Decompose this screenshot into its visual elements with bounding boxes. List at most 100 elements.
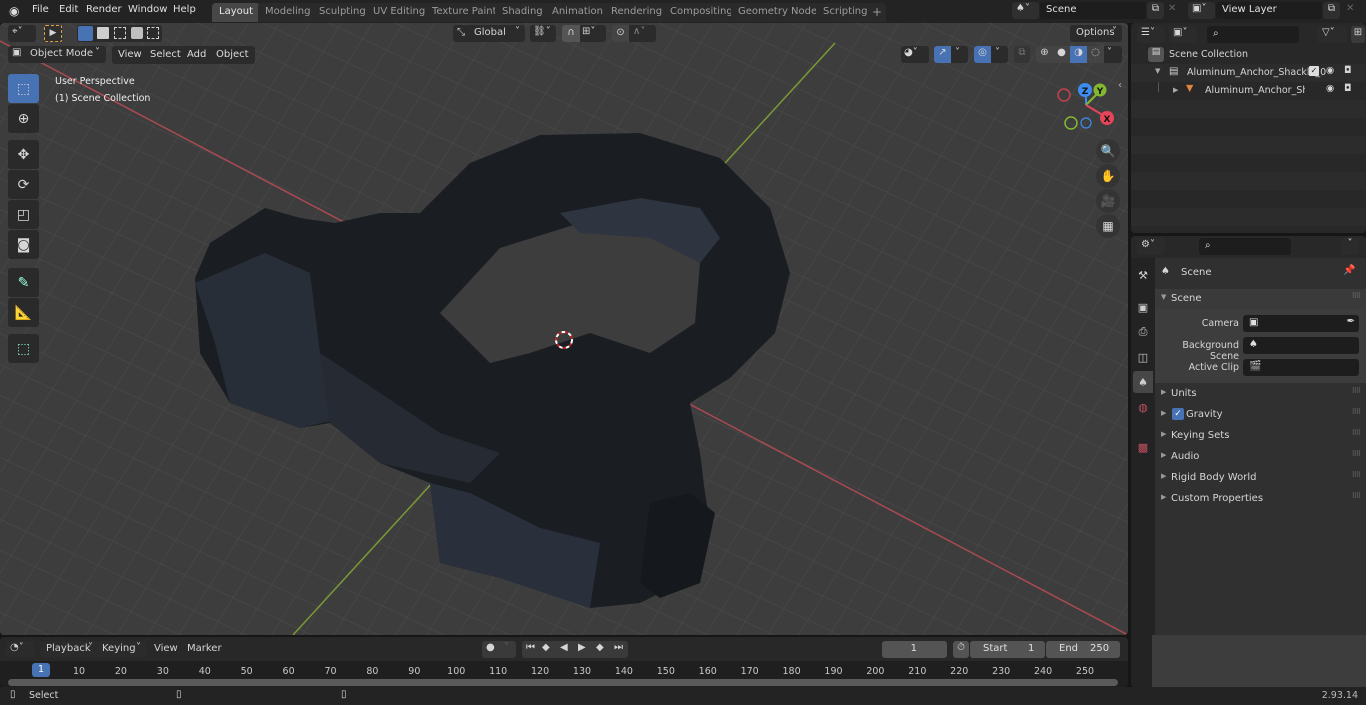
menu-add[interactable]: Add [181,46,213,64]
pivot-point-dropdown[interactable]: ⛓˅ [530,25,556,42]
play-icon[interactable]: ▶ [578,642,586,653]
view-layer-name-field[interactable]: View Layer [1216,2,1322,19]
timeline-scrollbar[interactable] [8,679,1118,686]
properties-editor-type-button[interactable]: ⚙˅ [1137,238,1165,255]
options-dropdown[interactable]: Options ˅ [1070,25,1122,42]
tab-texture[interactable]: ▩ [1133,436,1153,458]
outliner-search-input[interactable]: ⌕ [1207,26,1299,43]
expand-arrow-icon[interactable]: ▶ [1173,86,1178,94]
start-frame-field[interactable]: Start 1 [970,641,1045,658]
tab-layout[interactable]: Layout [212,3,260,22]
select-invert-icon[interactable] [131,27,143,39]
add-cube-tool[interactable]: ⬚ [8,334,39,363]
transform-tool[interactable]: ◙ [8,230,39,259]
menu-window[interactable]: Window [128,4,167,15]
outliner-editor-type-button[interactable]: ☰˅ [1137,26,1165,43]
tab-uv-editing[interactable]: UV Editing [366,3,433,22]
delete-scene-icon[interactable]: ✕ [1168,3,1176,14]
annotate-tool[interactable]: ✎ [8,268,39,297]
tab-texture-paint[interactable]: Texture Paint [425,3,504,22]
display-mode-button[interactable]: ▣˅ [1169,26,1197,43]
auto-keying-toggle[interactable]: ● ˅ [482,641,516,658]
move-tool[interactable]: ✥ [8,140,39,169]
chevron-down-icon[interactable]: ˅ [955,47,960,58]
camera-view-button[interactable]: 🎥 [1096,189,1120,213]
keying-menu[interactable]: Keying [102,643,136,654]
preview-range-icon[interactable]: ⏱ [953,641,969,658]
tab-modeling[interactable]: Modeling [258,3,318,22]
drag-handle-icon[interactable]: ⠿⠿ [1352,408,1361,416]
panel-units[interactable]: ▶ Units ⠿⠿ [1155,384,1366,404]
falloff-curve-icon[interactable]: ∧˅ [633,26,645,37]
new-collection-icon[interactable]: ⊞ [1351,26,1365,43]
editor-type-button[interactable]: ⌖˅ [8,25,36,42]
drag-handle-icon[interactable]: ⠿⠿ [1352,292,1361,300]
menu-help[interactable]: Help [173,4,196,15]
view-layer-selector-button[interactable]: ▣˅ [1188,2,1215,19]
tab-geometry-nodes[interactable]: Geometry Nodes [731,3,830,22]
tab-render[interactable]: ▣ [1133,296,1153,318]
playhead[interactable]: 1 [32,663,50,677]
delete-view-layer-icon[interactable]: ✕ [1346,3,1354,14]
tab-rendering[interactable]: Rendering [604,3,670,22]
tab-tool[interactable]: ⚒ [1133,264,1153,286]
panel-audio[interactable]: ▶ Audio ⠿⠿ [1155,447,1366,467]
camera-render-icon[interactable]: ◘ [1344,65,1352,76]
drag-handle-icon[interactable]: ⠿⠿ [1352,471,1361,479]
select-intersect-icon[interactable] [147,27,159,39]
mode-dropdown[interactable]: ▣ Object Mode ˅ [8,46,106,63]
marker-menu[interactable]: Marker [187,643,222,654]
rotate-tool[interactable]: ⟳ [8,170,39,199]
solid-shading-icon[interactable]: ● [1053,46,1070,63]
tab-world[interactable]: ◍ [1133,396,1153,418]
play-reverse-icon[interactable]: ◀ [560,642,568,653]
material-preview-shading-icon[interactable]: ◑ [1070,46,1087,63]
tab-output[interactable]: ⎙ [1133,321,1153,343]
tweak-tool-icon[interactable]: ▶ [44,25,62,42]
menu-object[interactable]: Object [210,46,255,64]
panel-scene-header[interactable]: ▼ Scene ⠿⠿ [1155,289,1366,309]
prev-keyframe-icon[interactable]: ◆ [542,642,550,653]
select-new-icon[interactable] [78,26,93,41]
chevron-down-icon[interactable]: ˅ [1107,47,1112,58]
proportional-edit-icon[interactable]: ⊙ [612,25,629,42]
background-scene-field[interactable]: ♠ [1243,337,1359,354]
tab-animation[interactable]: Animation [545,3,610,22]
perspective-toggle-button[interactable]: ▦ [1096,214,1120,238]
current-frame-field[interactable]: 1 [882,641,947,658]
tab-view-layer[interactable]: ◫ [1133,346,1153,368]
menu-view[interactable]: View [112,46,148,64]
gizmo-toggle-icon[interactable]: ↗ [934,46,951,63]
drag-handle-icon[interactable]: ⠿⠿ [1352,492,1361,500]
expand-arrow-icon[interactable]: ▼ [1155,67,1160,75]
panel-gravity[interactable]: ▶ ✓ Gravity ⠿⠿ [1155,405,1366,425]
outliner-row-scene-collection[interactable]: ▤ Scene Collection [1131,46,1366,64]
tab-scene[interactable]: ♠ [1133,371,1153,393]
select-subtract-icon[interactable] [114,27,126,39]
select-box-tool[interactable]: ⬚ [8,74,39,103]
timeline-editor-type-button[interactable]: ◔˅ [6,641,34,658]
tab-shading[interactable]: Shading [495,3,550,22]
camera-field[interactable]: ▣ ✒ [1243,315,1359,332]
chevron-down-icon[interactable]: ˅ [995,47,1000,58]
scene-name-field[interactable]: Scene [1040,2,1146,19]
panel-rigid-body-world[interactable]: ▶ Rigid Body World ⠿⠿ [1155,468,1366,488]
pin-icon[interactable]: 📌 [1343,265,1355,276]
outliner-row-mesh[interactable]: | ▶ ▼ Aluminum_Anchor_Shack ◉ ◘ [1131,82,1366,100]
select-extend-icon[interactable] [97,27,109,39]
scale-tool[interactable]: ◰ [8,200,39,229]
drag-handle-icon[interactable]: ⠿⠿ [1352,387,1361,395]
outliner-row-collection[interactable]: ▼ ▤ Aluminum_Anchor_Shackle_0 ✓ ◉ ◘ [1131,64,1366,82]
tab-sculpting[interactable]: Sculpting [312,3,373,22]
cursor-tool[interactable]: ⊕ [8,104,39,133]
rendered-shading-icon[interactable]: ◌ [1087,46,1104,63]
camera-render-icon[interactable]: ◘ [1344,83,1352,94]
snap-magnet-icon[interactable]: ∩ [562,25,580,42]
drag-handle-icon[interactable]: ⠿⠿ [1352,429,1361,437]
duplicate-scene-icon[interactable]: ⧉ [1147,2,1164,19]
drag-handle-icon[interactable]: ⠿⠿ [1352,450,1361,458]
measure-tool[interactable]: 📐 [8,298,39,327]
panel-keying-sets[interactable]: ▶ Keying Sets ⠿⠿ [1155,426,1366,446]
filter-button[interactable]: ▽˅ [1317,26,1347,43]
sidebar-toggle-icon[interactable]: ‹ [1118,80,1122,91]
